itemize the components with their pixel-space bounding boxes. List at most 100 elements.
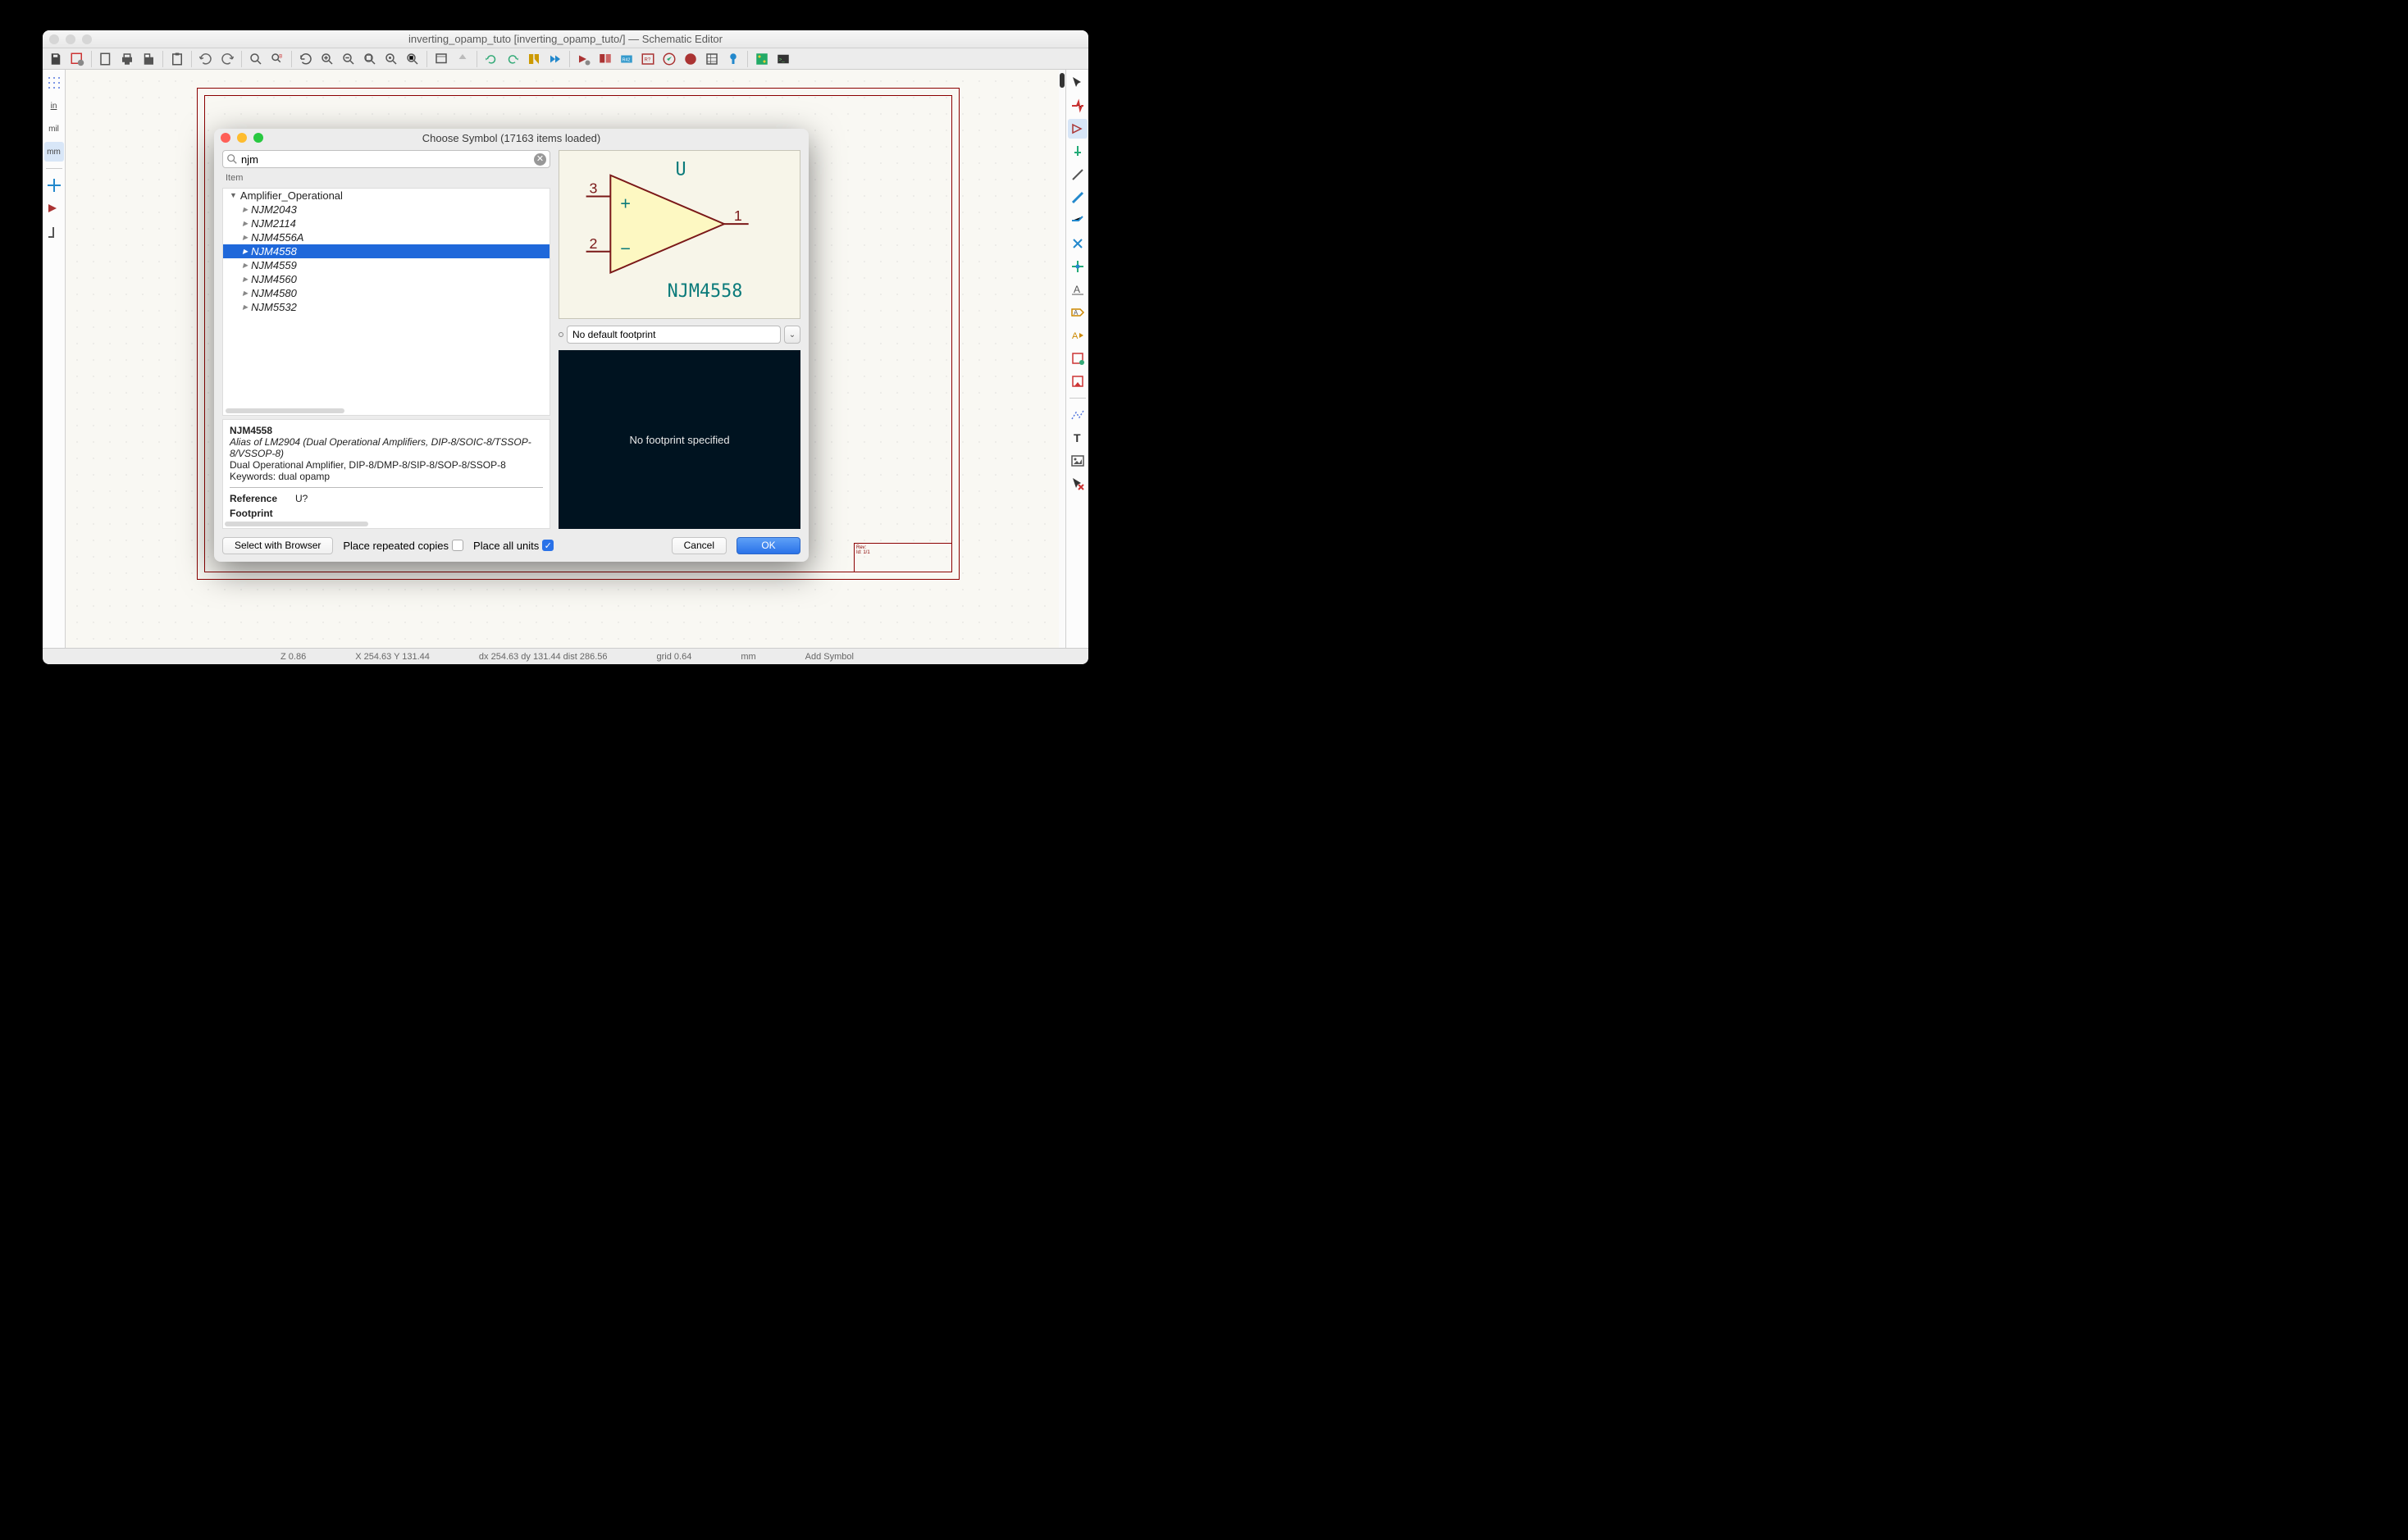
tree-part-row[interactable]: NJM4558 [223,244,550,258]
grid-toggle-icon[interactable] [44,73,64,93]
footprint-preview: No footprint specified [559,350,800,529]
paste-icon[interactable] [167,50,187,68]
pcb-editor-icon[interactable] [752,50,772,68]
title-block: Rev: Id: 1/1 [854,543,952,572]
rotate-ccw-icon[interactable] [481,50,501,68]
wire-tool-icon[interactable] [1068,165,1088,185]
text-icon[interactable]: T [1068,428,1088,448]
tree-library-row[interactable]: Amplifier_Operational [223,189,550,203]
checkbox-checked-icon[interactable]: ✓ [542,540,554,551]
place-all-units-checkbox[interactable]: Place all units ✓ [473,540,554,552]
desc-line: Dual Operational Amplifier, DIP-8/DMP-8/… [230,459,543,471]
highlight-net-icon[interactable] [1068,96,1088,116]
footprint-assign-icon[interactable]: R42 [617,50,636,68]
refresh-icon[interactable] [296,50,316,68]
noconnect-icon[interactable] [1068,234,1088,253]
checkbox-icon[interactable] [452,540,463,551]
cancel-button[interactable]: Cancel [672,537,727,554]
sheet-icon[interactable] [1068,349,1088,368]
mirror-v-icon[interactable] [524,50,544,68]
zoom-fit-icon[interactable] [360,50,380,68]
symbol-tree[interactable]: Amplifier_OperationalNJM2043NJM2114NJM45… [222,188,550,416]
footprint-combo[interactable]: No default footprint [567,326,781,344]
rotate-cw-icon[interactable] [503,50,522,68]
zoom-objects-icon[interactable] [381,50,401,68]
zoom-in-icon[interactable] [317,50,337,68]
scripting-icon[interactable]: >_ [773,50,793,68]
svg-text:T: T [1074,431,1081,444]
leave-sheet-icon[interactable] [453,50,472,68]
tree-scrollbar[interactable] [226,408,344,413]
redo-icon[interactable] [217,50,237,68]
erc-icon[interactable] [659,50,679,68]
hier-label-icon[interactable]: A [1068,326,1088,345]
zoom-out-icon[interactable] [339,50,358,68]
free-angle-icon[interactable] [44,221,64,241]
print-icon[interactable] [117,50,137,68]
cursor-shape-icon[interactable] [44,175,64,195]
net-label-icon[interactable]: A [1068,280,1088,299]
delete-tool-icon[interactable] [1068,474,1088,494]
polyline-icon[interactable] [1068,405,1088,425]
canvas-scrollbar[interactable] [1059,70,1065,648]
dialog-right-pane: U + − 3 2 1 NJM4558 No default footprint… [559,150,800,529]
svg-text:R42: R42 [623,57,631,62]
find-icon[interactable] [246,50,266,68]
desc-scrollbar[interactable] [225,522,368,526]
undo-icon[interactable] [196,50,216,68]
status-bar: Z 0.86 X 254.63 Y 131.44 dx 254.63 dy 13… [43,648,1088,664]
junction-icon[interactable] [1068,257,1088,276]
annotate-icon[interactable]: R? [638,50,658,68]
tree-part-row[interactable]: NJM2043 [223,203,550,216]
desc-ref-value: U? [295,493,308,504]
footprint-dropdown-icon[interactable]: ⌄ [784,326,800,344]
bom-icon[interactable] [702,50,722,68]
global-label-icon[interactable]: A [1068,303,1088,322]
save-icon[interactable] [46,50,66,68]
tree-column-header: Item [222,171,550,185]
hierarchy-icon[interactable] [431,50,451,68]
svg-text:B: B [279,54,282,59]
add-symbol-icon[interactable] [1068,119,1088,139]
export-netlist-icon[interactable] [723,50,743,68]
select-tool-icon[interactable] [1068,73,1088,93]
tree-part-row[interactable]: NJM2114 [223,216,550,230]
main-titlebar[interactable]: inverting_opamp_tuto [inverting_opamp_tu… [43,30,1088,48]
select-with-browser-button[interactable]: Select with Browser [222,537,333,554]
simulator-icon[interactable] [681,50,700,68]
image-icon[interactable] [1068,451,1088,471]
schematic-setup-icon[interactable] [67,50,87,68]
tree-part-row[interactable]: NJM4580 [223,286,550,300]
mirror-h-icon[interactable] [545,50,565,68]
tree-part-row[interactable]: NJM4559 [223,258,550,272]
bus-tool-icon[interactable] [1068,188,1088,207]
tree-part-row[interactable]: NJM4556A [223,230,550,244]
bus-entry-icon[interactable] [1068,211,1088,230]
hidden-pins-icon[interactable] [44,198,64,218]
plot-icon[interactable] [139,50,158,68]
search-field[interactable]: ✕ [222,150,550,168]
ok-button[interactable]: OK [737,537,800,554]
clear-search-icon[interactable]: ✕ [534,153,546,166]
dialog-titlebar[interactable]: Choose Symbol (17163 items loaded) [214,129,809,147]
place-repeated-checkbox[interactable]: Place repeated copies [343,540,463,552]
zoom-selection-icon[interactable] [403,50,422,68]
sym-editor-icon[interactable] [574,50,594,68]
svg-text:A: A [1072,331,1079,341]
search-input[interactable] [241,153,531,166]
svg-text:A: A [1074,309,1079,317]
units-mil-icon[interactable]: mil [44,119,64,139]
desc-ref-label: Reference [230,493,287,504]
units-in-icon[interactable]: in [44,96,64,116]
units-mm-icon[interactable]: mm [44,142,64,162]
svg-text:A: A [1074,284,1080,295]
find-replace-icon[interactable]: B [267,50,287,68]
page-settings-icon[interactable] [96,50,116,68]
tree-part-row[interactable]: NJM4560 [223,272,550,286]
add-power-icon[interactable] [1068,142,1088,162]
sym-browser-icon[interactable] [595,50,615,68]
tree-part-row[interactable]: NJM5532 [223,300,550,314]
preview-ref: U [676,160,686,180]
dialog-title: Choose Symbol (17163 items loaded) [214,132,809,144]
import-sheet-pin-icon[interactable] [1068,371,1088,391]
